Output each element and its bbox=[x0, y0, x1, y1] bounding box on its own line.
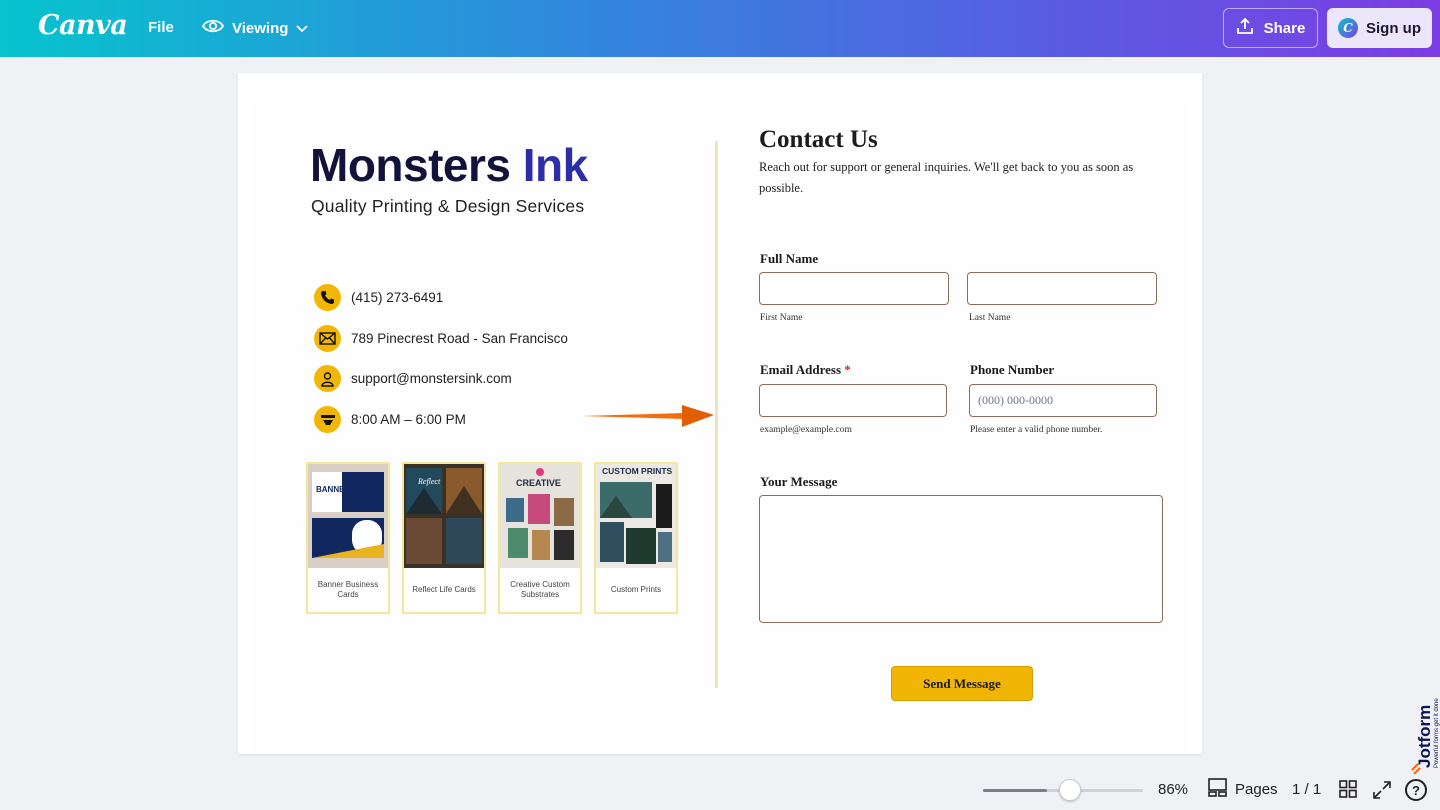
contact-phone: (415) 273-6491 bbox=[314, 284, 443, 311]
grid-view-icon[interactable] bbox=[1339, 780, 1357, 803]
file-menu-button[interactable]: File bbox=[140, 12, 182, 44]
pages-label: Pages bbox=[1235, 781, 1278, 798]
phone-label: Phone Number bbox=[970, 362, 1055, 377]
upload-icon bbox=[1236, 17, 1254, 39]
contact-email: support@monstersink.com bbox=[314, 365, 512, 392]
mail-icon bbox=[314, 325, 341, 352]
thumbnail-custom-prints[interactable]: CUSTOM PRINTS Custom Prints bbox=[594, 462, 678, 614]
last-name-input[interactable] bbox=[967, 272, 1157, 305]
brand-tagline: Quality Printing & Design Services bbox=[311, 196, 585, 216]
vertical-divider bbox=[715, 141, 718, 688]
last-name-sublabel: Last Name bbox=[969, 313, 1011, 323]
canva-logo[interactable]: Canva bbox=[38, 10, 128, 41]
svg-text:BANNER: BANNER bbox=[316, 485, 350, 494]
contact-hours-text: 8:00 AM – 6:00 PM bbox=[351, 412, 466, 427]
pages-button[interactable]: Pages bbox=[1208, 778, 1278, 801]
viewing-label: Viewing bbox=[232, 19, 289, 37]
thumbnail-caption: Reflect Life Cards bbox=[412, 585, 476, 595]
form-description: Reach out for support or general inquiri… bbox=[759, 160, 1134, 195]
email-label: Email Address * bbox=[760, 362, 851, 378]
contact-hours: 8:00 AM – 6:00 PM bbox=[314, 406, 466, 433]
fullscreen-icon[interactable] bbox=[1372, 780, 1392, 805]
jotform-badge[interactable]: Jotform Powerful forms get it done bbox=[1408, 690, 1440, 775]
sign-up-label: Sign up bbox=[1366, 19, 1421, 37]
banner-cards-image: BANNER bbox=[308, 464, 388, 568]
svg-text:Reflect: Reflect bbox=[417, 477, 441, 486]
svg-text:Powerful forms get it done: Powerful forms get it done bbox=[1434, 698, 1440, 768]
person-icon bbox=[314, 365, 341, 392]
canva-badge-icon: C bbox=[1338, 18, 1358, 38]
email-sublabel: example@example.com bbox=[760, 425, 852, 435]
phone-input[interactable] bbox=[969, 384, 1157, 417]
reflect-cards-image: Reflect bbox=[404, 464, 484, 568]
thumbnail-reflect-life-cards[interactable]: Reflect Reflect Life Cards bbox=[402, 462, 486, 614]
share-label: Share bbox=[1263, 19, 1306, 37]
email-input[interactable] bbox=[759, 384, 947, 417]
contact-phone-text: (415) 273-6491 bbox=[351, 290, 444, 305]
phone-icon bbox=[314, 284, 341, 311]
first-name-input[interactable] bbox=[759, 272, 949, 305]
product-thumbnails: BANNER Banner Business Cards Reflect Ref… bbox=[306, 462, 678, 614]
chevron-down-icon bbox=[296, 20, 309, 37]
contact-email-text: support@monstersink.com bbox=[351, 371, 512, 386]
thumbnail-banner-business-cards[interactable]: BANNER Banner Business Cards bbox=[306, 462, 390, 614]
phone-sublabel: Please enter a valid phone number. bbox=[970, 425, 1103, 435]
thumbnail-creative-custom-substrates[interactable]: CREATIVE Creative Custom Substrates bbox=[498, 462, 582, 614]
thumbnail-caption: Creative Custom Substrates bbox=[510, 580, 570, 599]
contact-address-text: 789 Pinecrest Road - San Francisco bbox=[351, 331, 568, 346]
share-button[interactable]: Share bbox=[1223, 8, 1318, 48]
sign-up-button[interactable]: C Sign up bbox=[1327, 8, 1432, 48]
brand-main: Monsters bbox=[310, 139, 511, 191]
contact-address: 789 Pinecrest Road - San Francisco bbox=[314, 325, 568, 352]
arrow-right-icon bbox=[582, 403, 714, 434]
help-icon[interactable]: ? bbox=[1405, 779, 1427, 801]
top-bar: Canva File Viewing Share C Sign up bbox=[0, 0, 1440, 57]
svg-text:CUSTOM PRINTS: CUSTOM PRINTS bbox=[602, 466, 673, 476]
page-count: 1 / 1 bbox=[1292, 781, 1322, 798]
form-title: Contact Us bbox=[759, 126, 878, 153]
message-textarea[interactable] bbox=[759, 495, 1163, 623]
custom-prints-image: CUSTOM PRINTS bbox=[596, 464, 676, 568]
send-message-button[interactable]: Send Message bbox=[891, 666, 1033, 701]
creative-substrates-image: CREATIVE bbox=[500, 464, 580, 568]
zoom-slider-fill bbox=[983, 789, 1047, 792]
full-name-label: Full Name bbox=[760, 251, 819, 266]
thumbnail-caption: Custom Prints bbox=[610, 585, 662, 595]
svg-text:CREATIVE: CREATIVE bbox=[516, 478, 561, 488]
brand-title: Monsters Ink bbox=[310, 138, 588, 192]
email-label-text: Email Address bbox=[760, 362, 842, 377]
zoom-slider-handle[interactable] bbox=[1059, 779, 1081, 801]
thumbnail-caption: Banner Business Cards bbox=[317, 580, 379, 599]
pages-icon bbox=[1208, 778, 1227, 801]
first-name-sublabel: First Name bbox=[760, 313, 803, 323]
brand-accent: Ink bbox=[522, 139, 588, 191]
clock-icon bbox=[314, 406, 341, 433]
required-marker: * bbox=[844, 362, 851, 377]
viewing-mode-button[interactable]: Viewing bbox=[196, 12, 314, 44]
eye-icon bbox=[201, 19, 225, 37]
svg-text:Jotform: Jotform bbox=[1415, 705, 1434, 768]
zoom-level[interactable]: 86% bbox=[1158, 781, 1188, 798]
message-label: Your Message bbox=[760, 474, 838, 489]
